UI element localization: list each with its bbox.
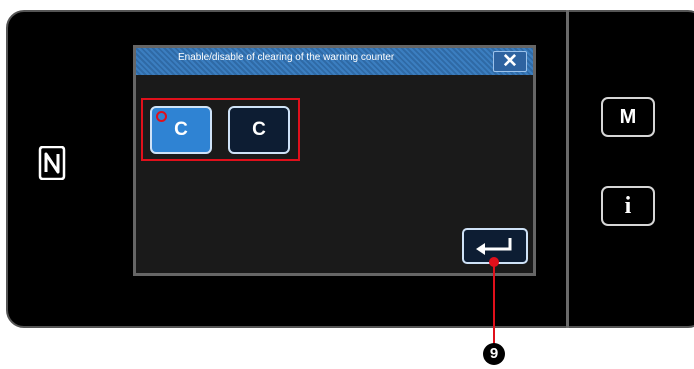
enable-clear-label: C bbox=[174, 119, 188, 140]
close-button[interactable]: ✕ bbox=[493, 51, 527, 72]
callout-number: 9 bbox=[483, 343, 505, 365]
callout-line bbox=[493, 260, 495, 348]
nfc-icon bbox=[38, 146, 66, 180]
disable-clear-label: C bbox=[252, 119, 266, 140]
dialog-title: Enable/disable of clearing of the warnin… bbox=[178, 52, 395, 63]
warning-mark-icon bbox=[156, 111, 167, 122]
callout-dot bbox=[489, 257, 499, 267]
close-icon: ✕ bbox=[502, 51, 518, 72]
enable-clear-button[interactable]: C bbox=[150, 106, 212, 154]
dialog-title-bar: Enable/disable of clearing of the warnin… bbox=[136, 48, 533, 75]
info-button[interactable]: i bbox=[601, 186, 655, 226]
m-button[interactable]: M bbox=[601, 97, 655, 137]
disable-clear-button[interactable]: C bbox=[228, 106, 290, 154]
panel-divider bbox=[566, 10, 569, 328]
